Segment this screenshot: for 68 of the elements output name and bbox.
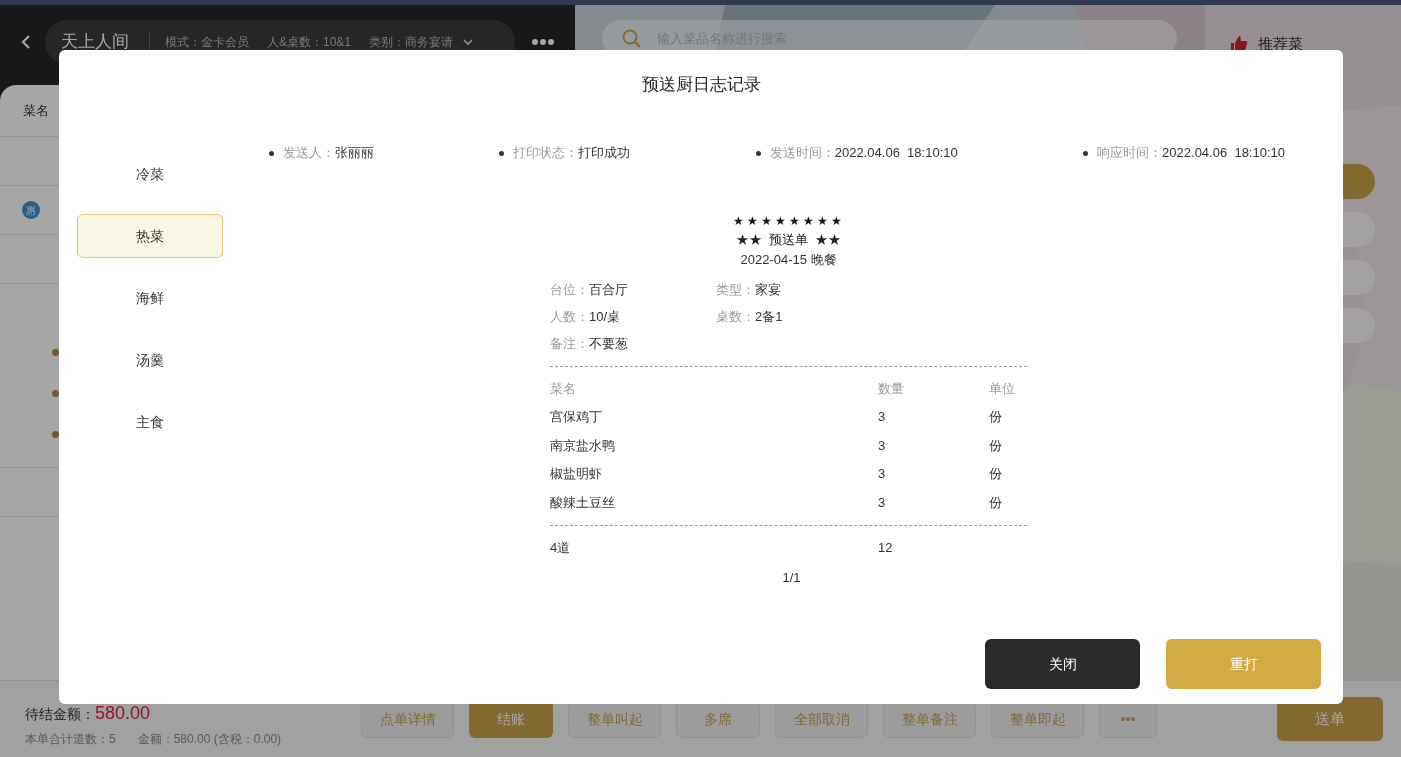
field-label: 桌数： <box>716 307 755 326</box>
due-amount: 580.00 <box>95 702 151 725</box>
more-icon[interactable] <box>532 39 554 45</box>
field-value: 百合厅 <box>589 280 628 299</box>
table-cell: 酸辣土豆丝 <box>550 494 615 510</box>
total-cell: 4道 <box>550 540 571 555</box>
category-tab[interactable]: 热菜 <box>77 214 223 258</box>
column-header: 单位 <box>989 381 1015 396</box>
column-header: 菜名 <box>23 101 49 120</box>
back-icon[interactable] <box>20 34 32 50</box>
search-icon <box>622 28 642 49</box>
field-value: 不要葱 <box>589 334 628 353</box>
column-header: 菜名 <box>550 381 576 396</box>
category-tab[interactable]: 主食 <box>77 400 223 444</box>
bullet-icon <box>755 150 761 156</box>
receipt-stars: ★★★★★★★★ <box>731 213 846 230</box>
info-label: 发送人： <box>283 144 335 163</box>
field-value: 家宴 <box>755 280 781 299</box>
bullet-icon <box>52 390 59 397</box>
discount-badge: 惠 <box>22 201 40 219</box>
column-header: 数量 <box>878 381 904 396</box>
table-cell: 3 <box>878 466 886 482</box>
category-tab[interactable]: 汤羹 <box>77 338 223 382</box>
bullet-icon <box>269 150 274 156</box>
info-label: 发送时间： <box>769 144 835 163</box>
bullet-icon <box>1083 150 1089 156</box>
field-label: 备注： <box>550 334 589 353</box>
dialog-title: 预送厨日志记录 <box>641 74 761 97</box>
info-value: 2022.04.06 18:10:10 <box>834 144 958 163</box>
chevron-down-icon[interactable] <box>463 38 474 46</box>
info-value: 张丽丽 <box>335 144 374 163</box>
info-label: 打印状态： <box>513 144 579 163</box>
field-value: 10/桌 <box>589 307 621 326</box>
bullet-icon <box>52 349 59 356</box>
table-cell: 宫保鸡丁 <box>550 409 602 425</box>
bullet-icon <box>499 150 505 156</box>
reprint-button[interactable]: 重打 <box>1166 639 1321 689</box>
info-value: 2022.04.06 18:10:10 <box>1162 144 1285 163</box>
due-label: 待结金额： <box>25 705 95 724</box>
info-label: 响应时间： <box>1097 144 1163 163</box>
category-text: 类别：商务宴请 <box>369 34 454 51</box>
field-value: 2备1 <box>755 307 783 326</box>
dish-count-text: 本单合计道数：5 <box>25 731 116 748</box>
field-label: 人数： <box>550 307 589 326</box>
table-cell: 3 <box>878 409 886 425</box>
table-cell: 份 <box>989 437 1002 453</box>
field-label: 类型： <box>716 280 755 299</box>
guests-text: 人&桌数：10&1 <box>267 34 352 51</box>
receipt-title: ★★ 预送单 ★★ <box>734 231 843 249</box>
table-cell: 椒盐明虾 <box>550 466 602 482</box>
amount-text: 金额：580.00 (含税：0.00) <box>137 731 282 748</box>
bullet-icon <box>52 431 59 438</box>
page-indicator: 1/1 <box>782 569 801 587</box>
total-cell: 12 <box>878 540 893 555</box>
receipt-date: 2022-04-15 晚餐 <box>739 251 838 269</box>
info-value: 打印成功 <box>578 144 631 163</box>
table-cell: 份 <box>989 409 1002 425</box>
table-name: 天上人间 <box>61 31 130 54</box>
table-cell: 3 <box>878 437 886 453</box>
category-tab[interactable]: 海鲜 <box>77 276 223 320</box>
table-cell: 3 <box>878 494 886 510</box>
table-cell: 份 <box>989 494 1002 510</box>
table-cell: 南京盐水鸭 <box>550 437 615 453</box>
field-label: 台位： <box>550 280 589 299</box>
category-tab[interactable]: 冷菜 <box>77 152 223 196</box>
close-button[interactable]: 关闭 <box>985 639 1140 689</box>
table-cell: 份 <box>989 466 1002 482</box>
mode-text: 模式：金卡会员 <box>165 34 249 51</box>
